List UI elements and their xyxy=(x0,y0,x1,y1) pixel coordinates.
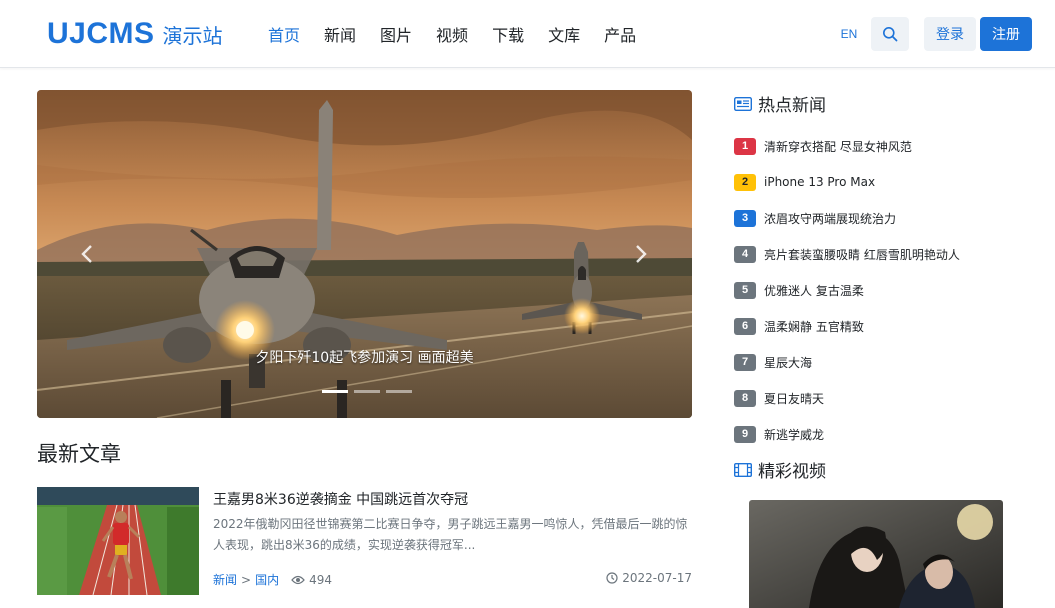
hero-carousel[interactable]: 夕阳下歼10起飞参加演习 画面超美 xyxy=(37,90,692,418)
main-nav: 首页 新闻 图片 视频 下载 文库 产品 xyxy=(256,0,648,68)
carousel-caption[interactable]: 夕阳下歼10起飞参加演习 画面超美 xyxy=(37,347,692,367)
hot-news-item[interactable]: 2 iPhone 13 Pro Max xyxy=(734,164,1034,200)
nav-item-library[interactable]: 文库 xyxy=(548,22,580,46)
carousel-slide-image xyxy=(37,90,692,418)
article-meta: 新闻 > 国内 494 xyxy=(213,571,332,588)
article-title[interactable]: 王嘉男8米36逆袭摘金 中国跳远首次夺冠 xyxy=(213,489,468,509)
rank-badge: 1 xyxy=(734,137,756,155)
article-view-count: 494 xyxy=(309,572,332,587)
carousel-prev-button[interactable] xyxy=(75,240,99,268)
latest-articles-title: 最新文章 xyxy=(37,442,121,466)
carousel-indicator-3[interactable] xyxy=(386,390,412,393)
hot-news-item[interactable]: 5 优雅迷人 复古温柔 xyxy=(734,272,1034,308)
featured-videos-title: 精彩视频 xyxy=(734,457,826,482)
hot-news-title-text: 热点新闻 xyxy=(758,96,826,116)
nav-item-products[interactable]: 产品 xyxy=(604,22,636,46)
hot-news-title[interactable]: 优雅迷人 复古温柔 xyxy=(764,282,864,299)
hot-news-title[interactable]: iPhone 13 Pro Max xyxy=(764,175,875,189)
clock-icon xyxy=(606,572,618,584)
breadcrumb-separator: > xyxy=(241,572,252,587)
carousel-indicator-1[interactable] xyxy=(322,390,348,393)
hot-news-title[interactable]: 星辰大海 xyxy=(764,354,812,371)
rank-badge: 6 xyxy=(734,317,756,335)
language-switch[interactable]: EN xyxy=(833,18,865,50)
video-thumbnail[interactable] xyxy=(749,500,1003,608)
newspaper-icon xyxy=(734,96,752,111)
article-thumbnail[interactable] xyxy=(37,487,199,595)
login-button[interactable]: 登录 xyxy=(924,17,976,51)
article-description: 2022年俄勒冈田径世锦赛第二比赛日争夺，男子跳远王嘉男一鸣惊人，凭借最后一跳的… xyxy=(213,517,688,552)
rank-badge: 7 xyxy=(734,353,756,371)
chevron-right-icon xyxy=(636,245,647,263)
hot-news-title[interactable]: 新逃学威龙 xyxy=(764,426,824,443)
site-header: UJCMS 演示站 首页 新闻 图片 视频 下载 文库 产品 EN 登录 注册 xyxy=(0,0,1055,68)
article-date-text: 2022-07-17 xyxy=(622,571,692,585)
featured-videos-title-text: 精彩视频 xyxy=(758,462,826,482)
video-image xyxy=(749,500,1003,608)
hot-news-item[interactable]: 6 温柔娴静 五官精致 xyxy=(734,308,1034,344)
logo-text: UJCMS xyxy=(47,17,155,50)
search-button[interactable] xyxy=(871,17,909,51)
rank-badge: 8 xyxy=(734,389,756,407)
hot-news-title[interactable]: 亮片套装蛮腰吸睛 红唇雪肌明艳动人 xyxy=(764,246,960,263)
article-category-link[interactable]: 新闻 xyxy=(213,571,237,588)
rank-badge: 9 xyxy=(734,425,756,443)
chevron-left-icon xyxy=(81,245,92,263)
hot-news-list: 1 清新穿衣搭配 尽显女神风范 2 iPhone 13 Pro Max 3 浓眉… xyxy=(734,128,1034,452)
hot-news-item[interactable]: 1 清新穿衣搭配 尽显女神风范 xyxy=(734,128,1034,164)
carousel-indicator-2[interactable] xyxy=(354,390,380,393)
article-views: 494 xyxy=(291,573,332,587)
carousel-indicators xyxy=(319,390,415,393)
rank-badge: 2 xyxy=(734,173,756,191)
logo-subtitle: 演示站 xyxy=(162,23,223,48)
rank-badge: 4 xyxy=(734,245,756,263)
hot-news-title[interactable]: 浓眉攻守两端展现统治力 xyxy=(764,210,896,227)
hot-news-item[interactable]: 7 星辰大海 xyxy=(734,344,1034,380)
nav-item-images[interactable]: 图片 xyxy=(380,22,412,46)
nav-item-news[interactable]: 新闻 xyxy=(324,22,356,46)
hot-news-title[interactable]: 夏日友晴天 xyxy=(764,390,824,407)
hot-news-item[interactable]: 3 浓眉攻守两端展现统治力 xyxy=(734,200,1034,236)
rank-badge: 3 xyxy=(734,209,756,227)
film-icon xyxy=(734,462,752,477)
hot-news-item[interactable]: 8 夏日友晴天 xyxy=(734,380,1034,416)
eye-icon xyxy=(291,575,305,584)
nav-item-downloads[interactable]: 下载 xyxy=(492,22,524,46)
article-date: 2022-07-17 xyxy=(606,571,692,585)
nav-item-home[interactable]: 首页 xyxy=(268,22,300,46)
register-button[interactable]: 注册 xyxy=(980,17,1032,51)
hot-news-title: 热点新闻 xyxy=(734,91,826,116)
carousel-next-button[interactable] xyxy=(629,240,653,268)
nav-item-videos[interactable]: 视频 xyxy=(436,22,468,46)
site-logo[interactable]: UJCMS 演示站 xyxy=(47,14,223,54)
search-icon xyxy=(883,27,898,42)
hot-news-title[interactable]: 清新穿衣搭配 尽显女神风范 xyxy=(764,138,912,155)
article-subcategory-link[interactable]: 国内 xyxy=(255,571,279,588)
hot-news-item[interactable]: 9 新逃学威龙 xyxy=(734,416,1034,452)
article-item: 王嘉男8米36逆袭摘金 中国跳远首次夺冠 2022年俄勒冈田径世锦赛第二比赛日争… xyxy=(37,487,692,595)
hot-news-item[interactable]: 4 亮片套装蛮腰吸睛 红唇雪肌明艳动人 xyxy=(734,236,1034,272)
rank-badge: 5 xyxy=(734,281,756,299)
article-image xyxy=(37,487,199,595)
hot-news-title[interactable]: 温柔娴静 五官精致 xyxy=(764,318,864,335)
